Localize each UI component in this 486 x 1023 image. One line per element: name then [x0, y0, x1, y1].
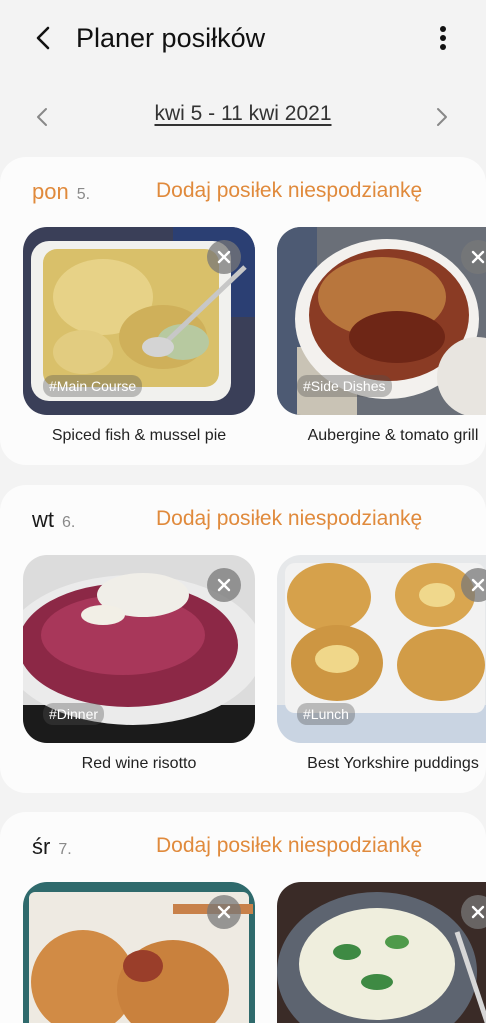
recipe-tag: #Dinner	[43, 703, 105, 725]
recipe-name: Best Yorkshire puddings	[307, 755, 479, 772]
recipe-card[interactable]	[23, 882, 255, 1023]
next-week-button[interactable]	[428, 102, 456, 132]
remove-recipe-button[interactable]	[207, 568, 241, 602]
recipe-image[interactable]: #Side Dishes	[277, 227, 486, 415]
recipe-tag: #Side Dishes	[297, 375, 392, 397]
recipe-name: Red wine risotto	[81, 755, 197, 772]
recipe-tag: #Main Course	[43, 375, 143, 397]
recipe-image[interactable]: #Lunch	[277, 555, 486, 743]
add-surprise-meal-link[interactable]: Dodaj posiłek niespodziankę	[156, 834, 422, 858]
app-bar: Planer posiłków	[0, 0, 486, 76]
remove-recipe-button[interactable]	[207, 895, 241, 929]
more-options-button[interactable]	[428, 22, 458, 54]
add-surprise-meal-link[interactable]: Dodaj posiłek niespodziankę	[156, 507, 422, 531]
recipe-image[interactable]: #Main Course	[23, 227, 255, 415]
recipe-card[interactable]: #Main Course Spiced fish & mussel pie	[23, 227, 255, 445]
day-card-pon: pon 5. Dodaj posiłek niespodziankę #Main …	[0, 157, 486, 465]
close-icon	[471, 250, 485, 264]
back-button[interactable]	[28, 22, 58, 54]
close-icon	[471, 905, 485, 919]
week-selector: kwi 5 - 11 kwi 2021	[0, 96, 486, 138]
remove-recipe-button[interactable]	[207, 240, 241, 274]
day-name: wt	[32, 507, 54, 532]
more-vert-icon	[440, 26, 446, 50]
chevron-right-icon	[437, 108, 447, 126]
recipe-card[interactable]: #Dinner Red wine risotto	[23, 555, 255, 773]
day-label: śr 7.	[32, 834, 72, 860]
close-icon	[217, 905, 231, 919]
week-range[interactable]: kwi 5 - 11 kwi 2021	[0, 102, 486, 126]
add-surprise-meal-link[interactable]: Dodaj posiłek niespodziankę	[156, 179, 422, 203]
recipe-card[interactable]	[277, 882, 486, 1023]
close-icon	[471, 578, 485, 592]
recipe-card[interactable]: #Side Dishes Aubergine & tomato grill	[277, 227, 486, 445]
day-label: wt 6.	[32, 507, 75, 533]
day-name: śr	[32, 834, 51, 859]
week-range-label[interactable]: kwi 5 - 11 kwi 2021	[154, 102, 331, 125]
recipe-name: Spiced fish & mussel pie	[51, 427, 227, 444]
recipe-image[interactable]	[277, 882, 486, 1023]
recipe-tag: #Lunch	[297, 703, 355, 725]
day-label: pon 5.	[32, 179, 90, 205]
recipe-image[interactable]: #Dinner	[23, 555, 255, 743]
recipe-image[interactable]	[23, 882, 255, 1023]
recipe-name: Aubergine & tomato grill	[307, 427, 479, 444]
day-card-wt: wt 6. Dodaj posiłek niespodziankę #Dinner…	[0, 485, 486, 793]
pasta-bowl-photo	[277, 882, 486, 1023]
close-icon	[217, 578, 231, 592]
page-title: Planer posiłków	[76, 23, 266, 53]
recipe-card[interactable]: #Lunch Best Yorkshire puddings	[277, 555, 486, 773]
close-icon	[217, 250, 231, 264]
day-card-sr: śr 7. Dodaj posiłek niespodziankę	[0, 812, 486, 1023]
day-number: 5.	[76, 186, 91, 203]
arrow-left-icon	[36, 26, 50, 50]
day-number: 6.	[62, 514, 76, 531]
day-name: pon	[32, 179, 69, 204]
day-number: 7.	[58, 841, 72, 858]
